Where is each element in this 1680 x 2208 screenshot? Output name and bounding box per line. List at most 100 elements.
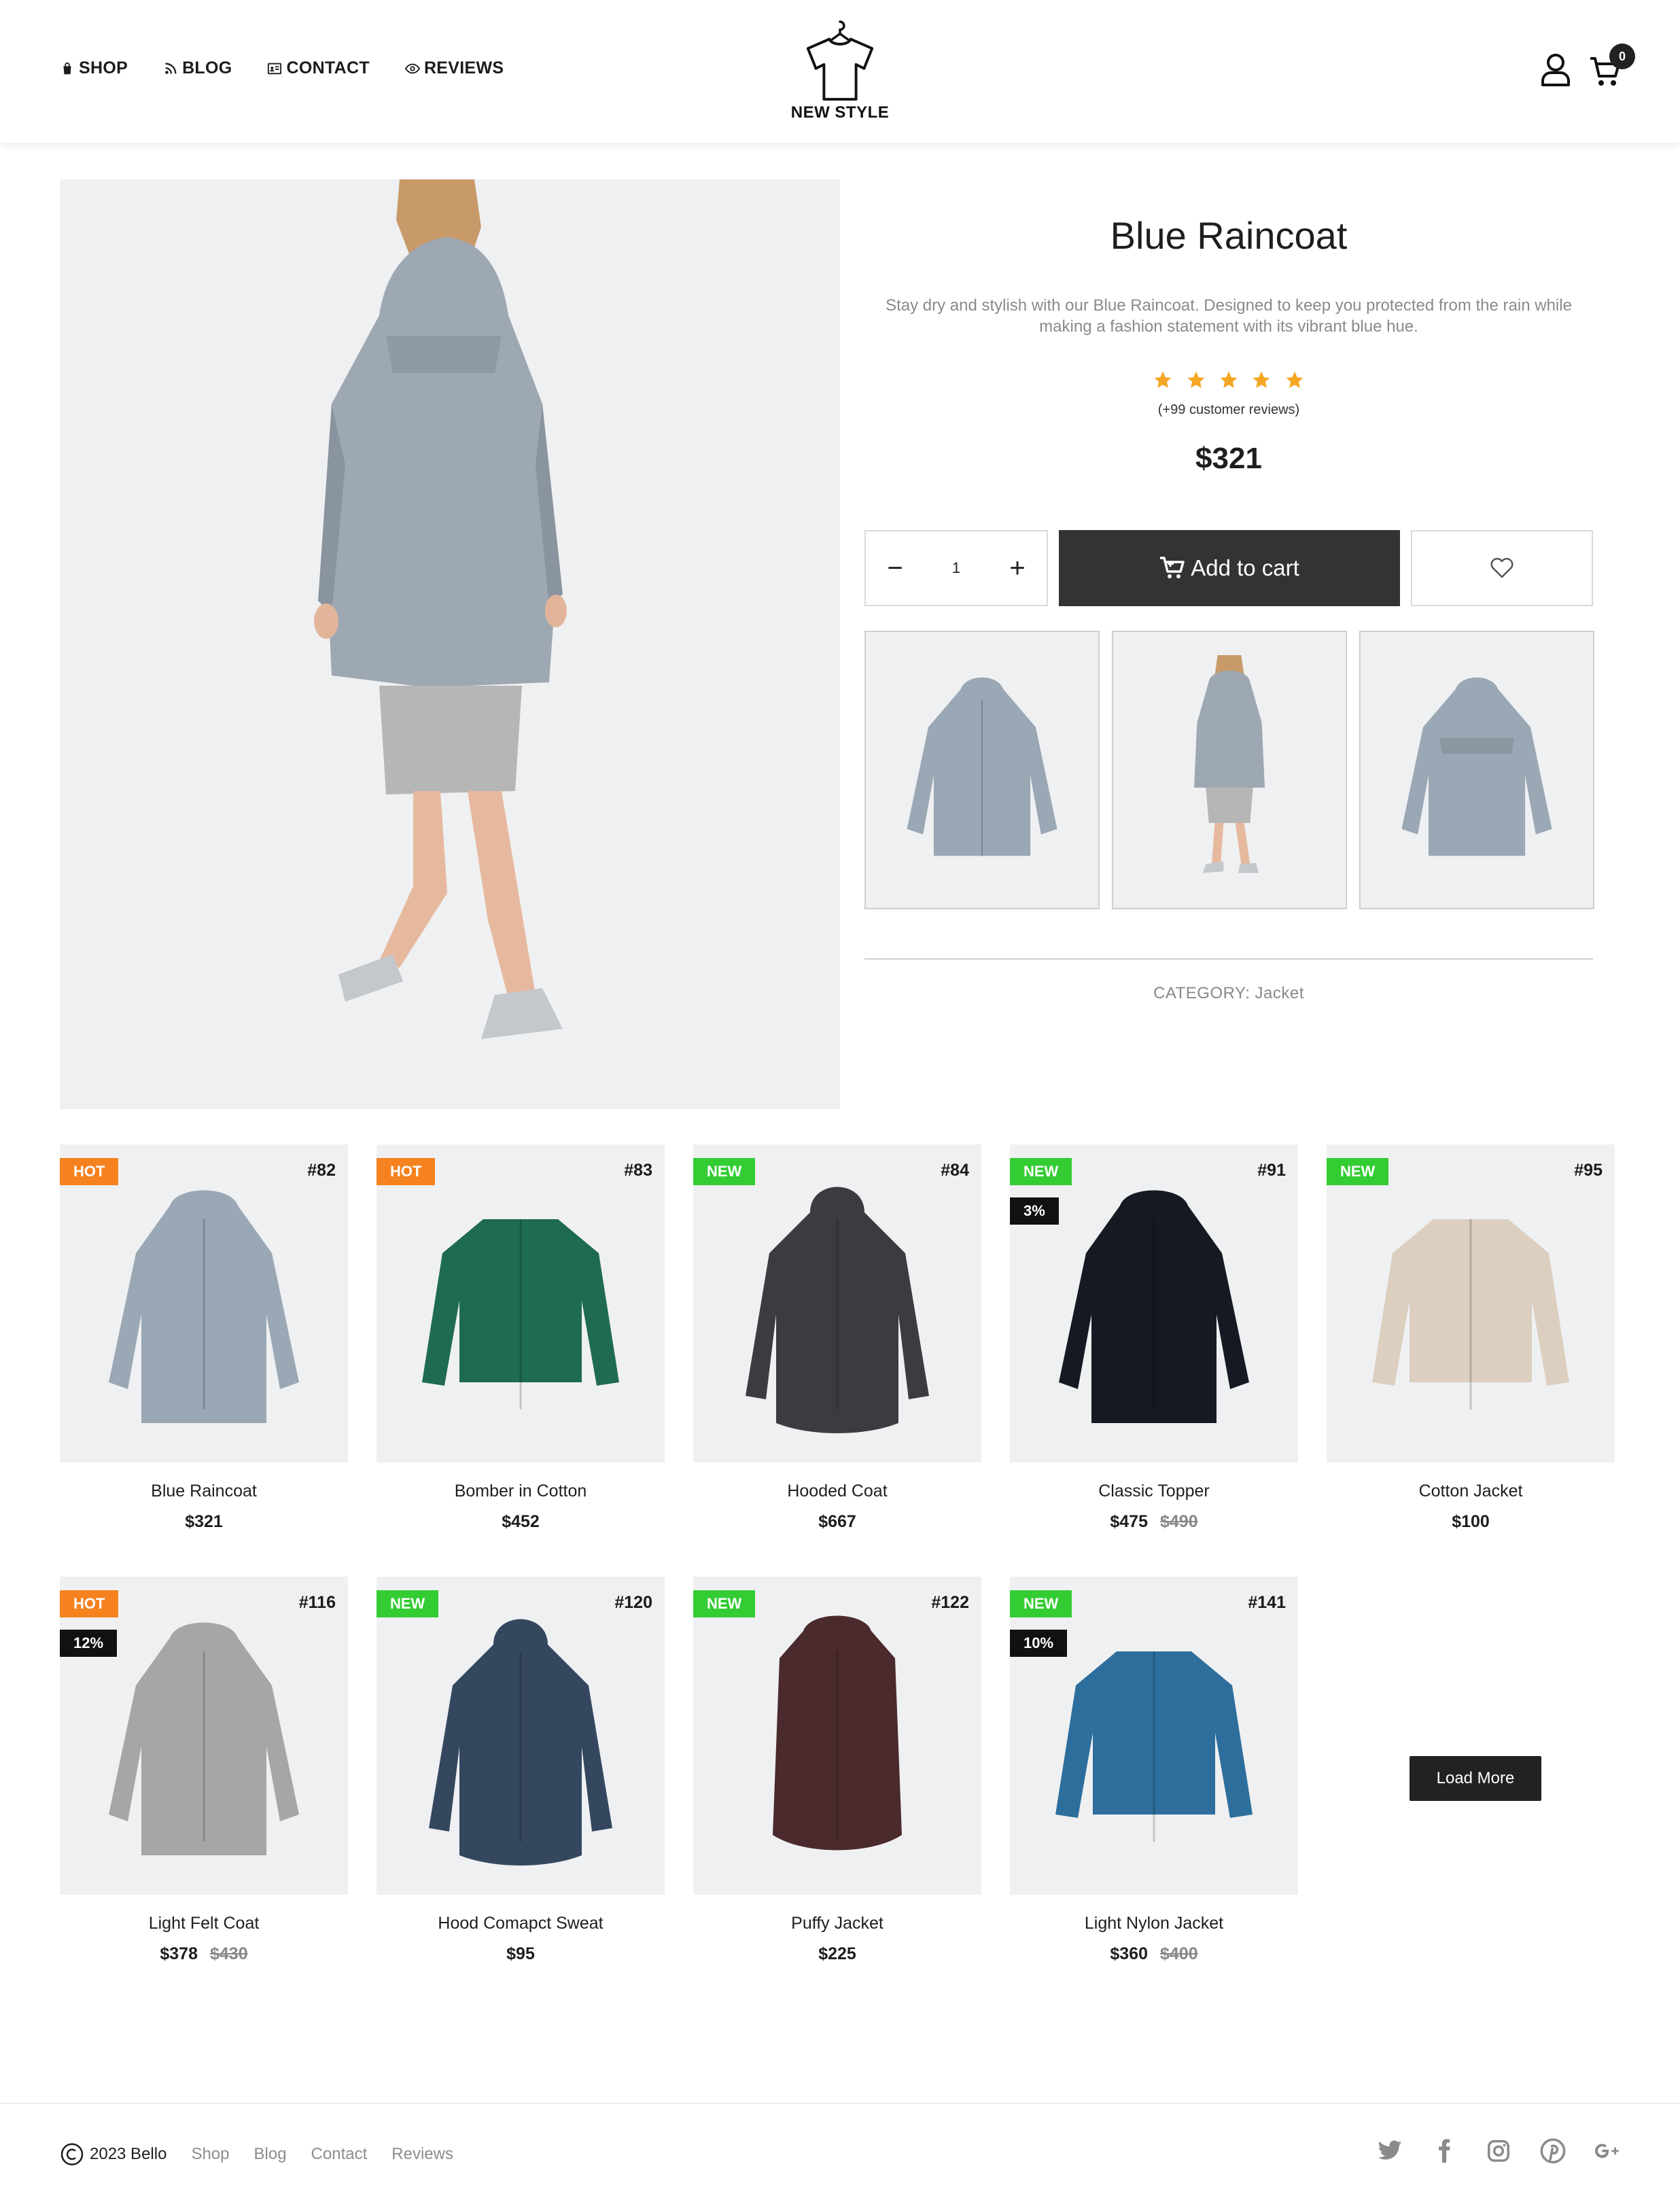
product-price: $360 <box>1110 1944 1148 1963</box>
google-plus-icon[interactable] <box>1594 2138 1620 2164</box>
product-name[interactable]: Light Felt Coat <box>60 1914 348 1933</box>
copyright-text: 2023 Bello <box>90 2145 167 2163</box>
rss-icon <box>165 63 177 74</box>
thumbnail-back[interactable] <box>1359 631 1594 909</box>
product-image[interactable]: NEW #84 <box>693 1144 981 1462</box>
product-price: $321 <box>1195 442 1262 475</box>
product-price-row: $225 <box>693 1944 981 1964</box>
nav-contact[interactable]: CONTACT <box>267 58 370 78</box>
rating-stars <box>864 370 1593 393</box>
instagram-icon[interactable] <box>1486 2138 1511 2164</box>
product-card[interactable]: NEW #120 Hood Comapct Sweat $95 <box>377 1577 665 1964</box>
garment-image <box>773 1615 902 1851</box>
site-header: SHOP BLOG CONTACT REVIEWS NEW STYLE 0 <box>0 0 1680 143</box>
status-badge: NEW <box>693 1158 756 1185</box>
heart-icon <box>1490 558 1513 578</box>
product-name[interactable]: Cotton Jacket <box>1327 1482 1615 1501</box>
tshirt-hanger-icon <box>806 20 874 101</box>
product-name[interactable]: Light Nylon Jacket <box>1010 1914 1298 1933</box>
garment-image <box>1372 1219 1569 1409</box>
discount-badge: 10% <box>1010 1630 1068 1657</box>
social-links <box>1377 2138 1620 2164</box>
product-name[interactable]: Puffy Jacket <box>693 1914 981 1933</box>
product-card[interactable]: HOT #82 Blue Raincoat $321 <box>60 1144 348 1532</box>
product-name[interactable]: Classic Topper <box>1010 1482 1298 1501</box>
status-badge: HOT <box>377 1158 436 1185</box>
product-card[interactable]: NEW #95 Cotton Jacket $100 <box>1327 1144 1615 1532</box>
shopping-bag-icon <box>63 62 71 74</box>
product-category: CATEGORY: Jacket <box>1153 984 1304 1002</box>
footer-link-shop[interactable]: Shop <box>191 2145 229 2164</box>
address-card-icon <box>268 63 282 74</box>
product-image[interactable]: HOT #83 <box>377 1144 665 1462</box>
twitter-icon[interactable] <box>1377 2138 1403 2164</box>
product-card[interactable]: HOT 12% #116 Light Felt Coat $378 $430 <box>60 1577 348 1964</box>
garment-image <box>746 1187 929 1433</box>
minus-icon[interactable]: − <box>885 555 905 582</box>
product-name[interactable]: Blue Raincoat <box>60 1482 348 1501</box>
quantity-input[interactable] <box>936 559 977 577</box>
status-badge: NEW <box>377 1590 439 1617</box>
nav-reviews[interactable]: REVIEWS <box>404 58 504 78</box>
status-badge: HOT <box>60 1158 119 1185</box>
product-price-row: $321 <box>60 1512 348 1532</box>
nav-shop-label: SHOP <box>79 58 128 77</box>
product-image[interactable]: HOT #82 <box>60 1144 348 1462</box>
pinterest-icon[interactable] <box>1540 2138 1566 2164</box>
copyright: 2023 Bello <box>60 2142 167 2167</box>
product-image[interactable]: NEW 3% #91 <box>1010 1144 1298 1462</box>
nav-blog[interactable]: BLOG <box>163 58 232 78</box>
user-icon[interactable] <box>1540 53 1571 87</box>
product-image[interactable]: NEW 10% #141 <box>1010 1577 1298 1895</box>
product-image[interactable]: NEW #95 <box>1327 1144 1615 1462</box>
product-id: #84 <box>941 1161 969 1180</box>
raincoat-front-image <box>907 677 1057 856</box>
nav-shop[interactable]: SHOP <box>60 58 128 78</box>
product-id: #82 <box>307 1161 336 1180</box>
star-icon <box>1186 370 1206 393</box>
product-image[interactable]: NEW #120 <box>377 1577 665 1895</box>
footer-link-contact[interactable]: Contact <box>311 2145 368 2164</box>
product-card[interactable]: NEW #122 Puffy Jacket $225 <box>693 1577 981 1964</box>
cart-count-badge: 0 <box>1609 43 1635 69</box>
product-card[interactable]: NEW 10% #141 Light Nylon Jacket $360 $400 <box>1010 1577 1298 1964</box>
product-image[interactable]: NEW #122 <box>693 1577 981 1895</box>
star-icon <box>1219 370 1239 393</box>
add-to-cart-button[interactable]: Add to cart <box>1059 530 1400 606</box>
product-card[interactable]: HOT #83 Bomber in Cotton $452 <box>377 1144 665 1532</box>
product-name[interactable]: Bomber in Cotton <box>377 1482 665 1501</box>
footer-nav: 2023 Bello Shop Blog Contact Reviews <box>60 2142 453 2167</box>
nav-contact-label: CONTACT <box>286 58 370 77</box>
facebook-icon[interactable] <box>1431 2138 1457 2164</box>
product-price-row: $452 <box>377 1512 665 1532</box>
product-id: #83 <box>624 1161 652 1180</box>
product-price: $452 <box>502 1512 540 1531</box>
product-id: #120 <box>614 1593 652 1612</box>
product-main-image[interactable] <box>60 179 840 1109</box>
product-name[interactable]: Hooded Coat <box>693 1482 981 1501</box>
garment-image <box>422 1219 619 1409</box>
footer-divider <box>0 2103 1680 2104</box>
product-id: #116 <box>298 1593 336 1612</box>
site-logo[interactable]: NEW STYLE <box>788 19 892 122</box>
raincoat-back-image <box>1401 677 1552 856</box>
product-image[interactable]: HOT 12% #116 <box>60 1577 348 1895</box>
product-old-price: $400 <box>1160 1944 1198 1963</box>
status-badge: NEW <box>1010 1158 1072 1185</box>
thumbnail-front[interactable] <box>864 631 1100 909</box>
thumbnail-model[interactable] <box>1112 631 1347 909</box>
footer-link-reviews[interactable]: Reviews <box>391 2145 453 2164</box>
star-icon <box>1251 370 1272 393</box>
plus-icon[interactable]: + <box>1007 555 1028 582</box>
wishlist-button[interactable] <box>1411 530 1593 606</box>
product-price: $667 <box>818 1512 856 1531</box>
garment-image <box>429 1619 612 1865</box>
product-id: #91 <box>1257 1161 1286 1180</box>
product-card[interactable]: NEW #84 Hooded Coat $667 <box>693 1144 981 1532</box>
discount-badge: 3% <box>1010 1197 1059 1225</box>
product-card[interactable]: NEW 3% #91 Classic Topper $475 $490 <box>1010 1144 1298 1532</box>
divider <box>864 958 1593 960</box>
footer-link-blog[interactable]: Blog <box>254 2145 287 2164</box>
load-more-button[interactable]: Load More <box>1410 1756 1541 1801</box>
product-name[interactable]: Hood Comapct Sweat <box>377 1914 665 1933</box>
